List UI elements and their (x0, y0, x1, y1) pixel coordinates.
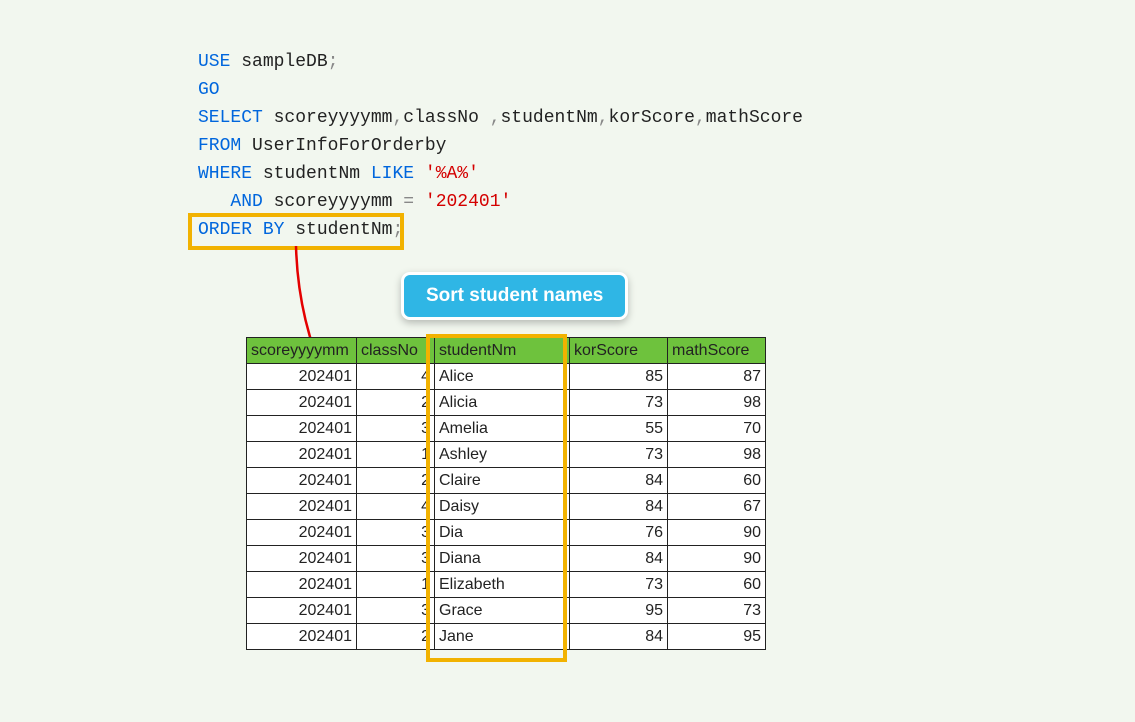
result-table: scoreyyyymm classNo studentNm korScore m… (246, 337, 766, 650)
table-row: 2024011Elizabeth7360 (247, 572, 766, 598)
table-cell: 2 (357, 624, 435, 650)
table-cell: Diana (435, 546, 570, 572)
table-row: 2024014Alice8587 (247, 364, 766, 390)
table-cell: 60 (668, 468, 766, 494)
sql-where-keyword: WHERE (198, 164, 252, 184)
table-cell: Elizabeth (435, 572, 570, 598)
sql-order-keyword: ORDER (198, 220, 252, 240)
table-cell: Jane (435, 624, 570, 650)
table-cell: 90 (668, 546, 766, 572)
table-cell: Amelia (435, 416, 570, 442)
table-cell: 90 (668, 520, 766, 546)
table-cell: 202401 (247, 364, 357, 390)
table-cell: 73 (668, 598, 766, 624)
table-cell: 73 (570, 572, 668, 598)
table-cell: 98 (668, 442, 766, 468)
table-cell: 85 (570, 364, 668, 390)
table-row: 2024014Daisy8467 (247, 494, 766, 520)
table-cell: 3 (357, 598, 435, 624)
table-cell: 3 (357, 520, 435, 546)
table-cell: 84 (570, 494, 668, 520)
table-cell: 70 (668, 416, 766, 442)
table-cell: 1 (357, 442, 435, 468)
table-cell: 98 (668, 390, 766, 416)
table-cell: 202401 (247, 494, 357, 520)
table-cell: 55 (570, 416, 668, 442)
table-cell: 95 (570, 598, 668, 624)
table-cell: 4 (357, 364, 435, 390)
table-cell: 1 (357, 572, 435, 598)
table-cell: 202401 (247, 442, 357, 468)
table-cell: Alicia (435, 390, 570, 416)
th-classno: classNo (357, 338, 435, 364)
table-cell: 202401 (247, 546, 357, 572)
sql-from-keyword: FROM (198, 136, 241, 156)
table-cell: 87 (668, 364, 766, 390)
th-korscore: korScore (570, 338, 668, 364)
table-cell: 73 (570, 390, 668, 416)
table-cell: Grace (435, 598, 570, 624)
sql-use-keyword: USE (198, 52, 230, 72)
sql-code-block: USE sampleDB; GO SELECT scoreyyyymm,clas… (198, 48, 803, 244)
th-scoreyyyymm: scoreyyyymm (247, 338, 357, 364)
table-cell: 202401 (247, 572, 357, 598)
table-row: 2024011Ashley7398 (247, 442, 766, 468)
table-cell: Ashley (435, 442, 570, 468)
table-header-row: scoreyyyymm classNo studentNm korScore m… (247, 338, 766, 364)
table-cell: 2 (357, 468, 435, 494)
table-cell: 76 (570, 520, 668, 546)
table-cell: 84 (570, 546, 668, 572)
table-cell: 3 (357, 546, 435, 572)
table-cell: 84 (570, 468, 668, 494)
table-cell: 202401 (247, 598, 357, 624)
table-cell: 2 (357, 390, 435, 416)
result-table-wrap: scoreyyyymm classNo studentNm korScore m… (246, 337, 766, 650)
sql-use-db: sampleDB (241, 52, 327, 72)
table-cell: 3 (357, 416, 435, 442)
table-cell: 202401 (247, 520, 357, 546)
th-studentnm: studentNm (435, 338, 570, 364)
table-cell: 73 (570, 442, 668, 468)
table-cell: 202401 (247, 416, 357, 442)
table-cell: 202401 (247, 624, 357, 650)
table-row: 2024013Dia7690 (247, 520, 766, 546)
table-cell: 84 (570, 624, 668, 650)
table-cell: Claire (435, 468, 570, 494)
table-row: 2024013Grace9573 (247, 598, 766, 624)
sql-select-keyword: SELECT (198, 108, 263, 128)
table-cell: 60 (668, 572, 766, 598)
table-cell: 202401 (247, 468, 357, 494)
th-mathscore: mathScore (668, 338, 766, 364)
table-row: 2024012Jane8495 (247, 624, 766, 650)
table-cell: Dia (435, 520, 570, 546)
sql-go-keyword: GO (198, 80, 220, 100)
table-row: 2024013Diana8490 (247, 546, 766, 572)
table-cell: 4 (357, 494, 435, 520)
table-cell: 202401 (247, 390, 357, 416)
table-cell: 95 (668, 624, 766, 650)
table-cell: 67 (668, 494, 766, 520)
table-row: 2024012Alicia7398 (247, 390, 766, 416)
callout-label: Sort student names (401, 272, 628, 320)
table-row: 2024012Claire8460 (247, 468, 766, 494)
table-cell: Daisy (435, 494, 570, 520)
table-row: 2024013Amelia5570 (247, 416, 766, 442)
table-cell: Alice (435, 364, 570, 390)
